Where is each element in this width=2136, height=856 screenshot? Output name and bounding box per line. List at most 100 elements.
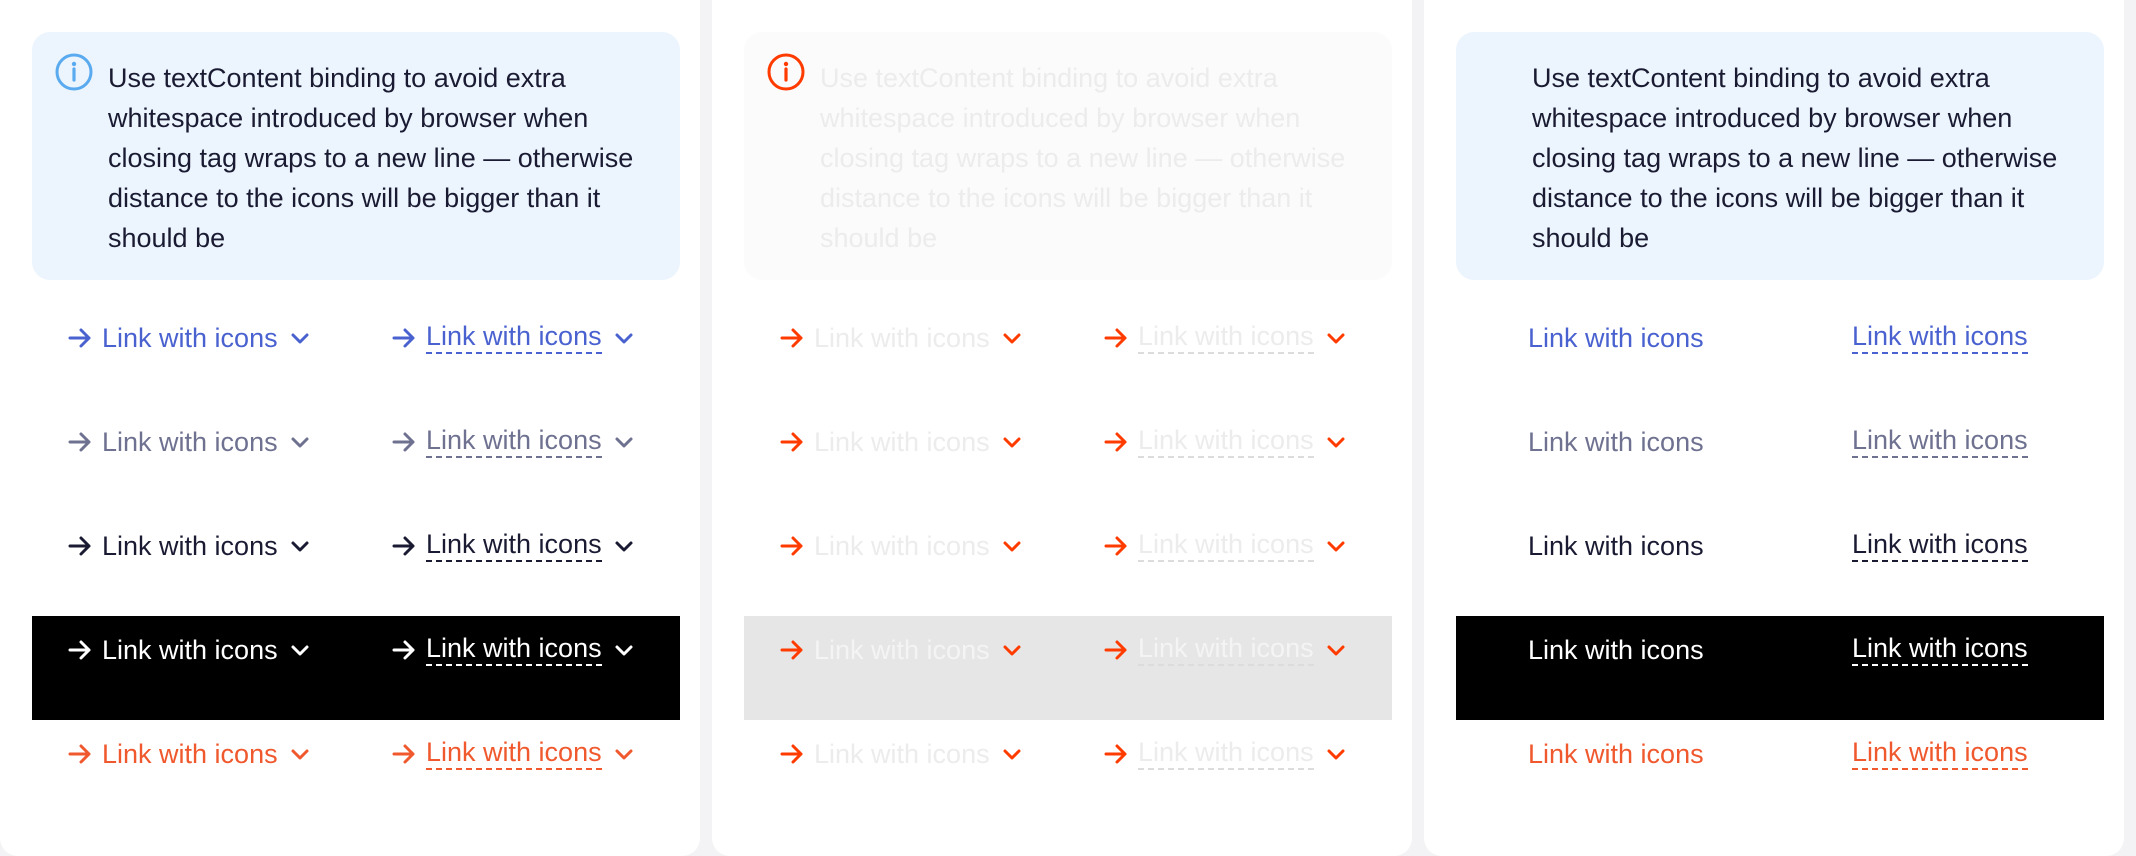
- dark-band: [1456, 616, 2104, 720]
- link-label: Link with icons: [1138, 529, 1314, 562]
- link-label: Link with icons: [814, 635, 990, 665]
- icon-link[interactable]: Link with icons: [1528, 633, 1704, 667]
- chevron-down-icon: [615, 437, 633, 447]
- arrow-right-icon: [780, 328, 803, 348]
- icon-link[interactable]: Link with icons: [778, 737, 1024, 771]
- icon-link-dashed[interactable]: Link with icons: [390, 737, 636, 770]
- icon-link[interactable]: Link with icons: [778, 321, 1024, 355]
- info-note: Use textContent binding to avoid extra w…: [32, 32, 680, 280]
- arrow-right-icon: [1104, 328, 1127, 347]
- icon-link-dashed[interactable]: Link with icons: [390, 425, 636, 458]
- chevron-down-icon: [1327, 333, 1345, 343]
- link-label: Link with icons: [1528, 323, 1704, 353]
- arrow-right-icon: [68, 640, 91, 660]
- note-text: Use textContent binding to avoid extra w…: [1532, 63, 2058, 253]
- icon-link-dashed[interactable]: Link with icons: [1852, 737, 2028, 770]
- link-label: Link with icons: [814, 323, 990, 353]
- info-circle-icon: [767, 53, 805, 91]
- icon-link-dashed[interactable]: Link with icons: [1102, 737, 1348, 770]
- arrow-right-icon: [392, 640, 415, 659]
- link-label: Link with icons: [426, 529, 602, 562]
- icon-link-dashed[interactable]: Link with icons: [1102, 321, 1348, 354]
- chevron-down-icon: [615, 541, 633, 551]
- info-note: Use textContent binding to avoid extra w…: [1456, 32, 2104, 280]
- link-label: Link with icons: [102, 635, 278, 665]
- icon-link-dashed[interactable]: Link with icons: [1102, 425, 1348, 458]
- icon-link[interactable]: Link with icons: [1528, 321, 1704, 355]
- icon-link-dashed[interactable]: Link with icons: [390, 529, 636, 562]
- arrow-right-icon: [68, 432, 91, 452]
- arrow-right-icon: [780, 744, 803, 764]
- icon-link[interactable]: Link with icons: [66, 633, 312, 667]
- link-label: Link with icons: [814, 531, 990, 561]
- icon-link-dashed[interactable]: Link with icons: [1852, 425, 2028, 458]
- icon-link-dashed[interactable]: Link with icons: [1852, 321, 2028, 354]
- icon-link[interactable]: Link with icons: [1528, 425, 1704, 459]
- icon-link[interactable]: Link with icons: [1528, 529, 1704, 563]
- link-label: Link with icons: [426, 737, 602, 770]
- icon-link-dashed[interactable]: Link with icons: [390, 633, 636, 666]
- arrow-right-icon: [392, 536, 415, 555]
- link-label: Link with icons: [1528, 531, 1704, 561]
- link-label: Link with icons: [814, 739, 990, 769]
- note-text: Use textContent binding to avoid extra w…: [108, 63, 634, 253]
- chevron-down-icon: [1327, 645, 1345, 655]
- icon-link[interactable]: Link with icons: [66, 737, 312, 771]
- icon-link[interactable]: Link with icons: [1528, 737, 1704, 771]
- chevron-down-icon: [615, 749, 633, 759]
- arrow-right-icon: [1104, 744, 1127, 763]
- link-label: Link with icons: [102, 323, 278, 353]
- chevron-down-icon: [291, 541, 309, 552]
- chevron-down-icon: [1003, 437, 1021, 448]
- chevron-down-icon: [1327, 437, 1345, 447]
- grey-band: [744, 616, 1392, 720]
- chevron-down-icon: [291, 749, 309, 760]
- chevron-down-icon: [1003, 645, 1021, 656]
- link-label: Link with icons: [1528, 739, 1704, 769]
- link-label: Link with icons: [1138, 737, 1314, 770]
- chevron-down-icon: [1327, 541, 1345, 551]
- link-label: Link with icons: [1852, 633, 2028, 666]
- arrow-right-icon: [780, 432, 803, 452]
- arrow-right-icon: [392, 432, 415, 451]
- arrow-right-icon: [68, 744, 91, 764]
- arrow-right-icon: [780, 536, 803, 556]
- icon-link-dashed[interactable]: Link with icons: [1102, 529, 1348, 562]
- arrow-right-icon: [68, 328, 91, 348]
- icon-link[interactable]: Link with icons: [66, 321, 312, 355]
- icon-link-dashed[interactable]: Link with icons: [390, 321, 636, 354]
- link-label: Link with icons: [1528, 635, 1704, 665]
- link-label: Link with icons: [426, 425, 602, 458]
- link-label: Link with icons: [1852, 425, 2028, 458]
- link-label: Link with icons: [1852, 321, 2028, 354]
- icon-link-dashed[interactable]: Link with icons: [1852, 529, 2028, 562]
- chevron-down-icon: [291, 437, 309, 448]
- chevron-down-icon: [1003, 333, 1021, 344]
- chevron-down-icon: [291, 333, 309, 344]
- link-label: Link with icons: [814, 427, 990, 457]
- chevron-down-icon: [1003, 541, 1021, 552]
- arrow-right-icon: [780, 640, 803, 660]
- link-label: Link with icons: [102, 739, 278, 769]
- chevron-down-icon: [291, 645, 309, 656]
- link-label: Link with icons: [1528, 427, 1704, 457]
- link-label: Link with icons: [1852, 529, 2028, 562]
- chevron-down-icon: [615, 333, 633, 343]
- icon-link[interactable]: Link with icons: [778, 529, 1024, 563]
- link-label: Link with icons: [426, 633, 602, 666]
- arrow-right-icon: [392, 328, 415, 347]
- icon-link-dashed[interactable]: Link with icons: [1102, 633, 1348, 666]
- chevron-down-icon: [615, 645, 633, 655]
- link-label: Link with icons: [1138, 633, 1314, 666]
- icon-link[interactable]: Link with icons: [66, 529, 312, 563]
- dark-band: [32, 616, 680, 720]
- icon-link[interactable]: Link with icons: [66, 425, 312, 459]
- icon-link[interactable]: Link with icons: [778, 633, 1024, 667]
- link-label: Link with icons: [1138, 321, 1314, 354]
- link-label: Link with icons: [1852, 737, 2028, 770]
- info-circle-icon: [55, 53, 93, 91]
- icon-link-dashed[interactable]: Link with icons: [1852, 633, 2028, 666]
- icon-link[interactable]: Link with icons: [778, 425, 1024, 459]
- arrow-right-icon: [1104, 432, 1127, 451]
- chevron-down-icon: [1327, 749, 1345, 759]
